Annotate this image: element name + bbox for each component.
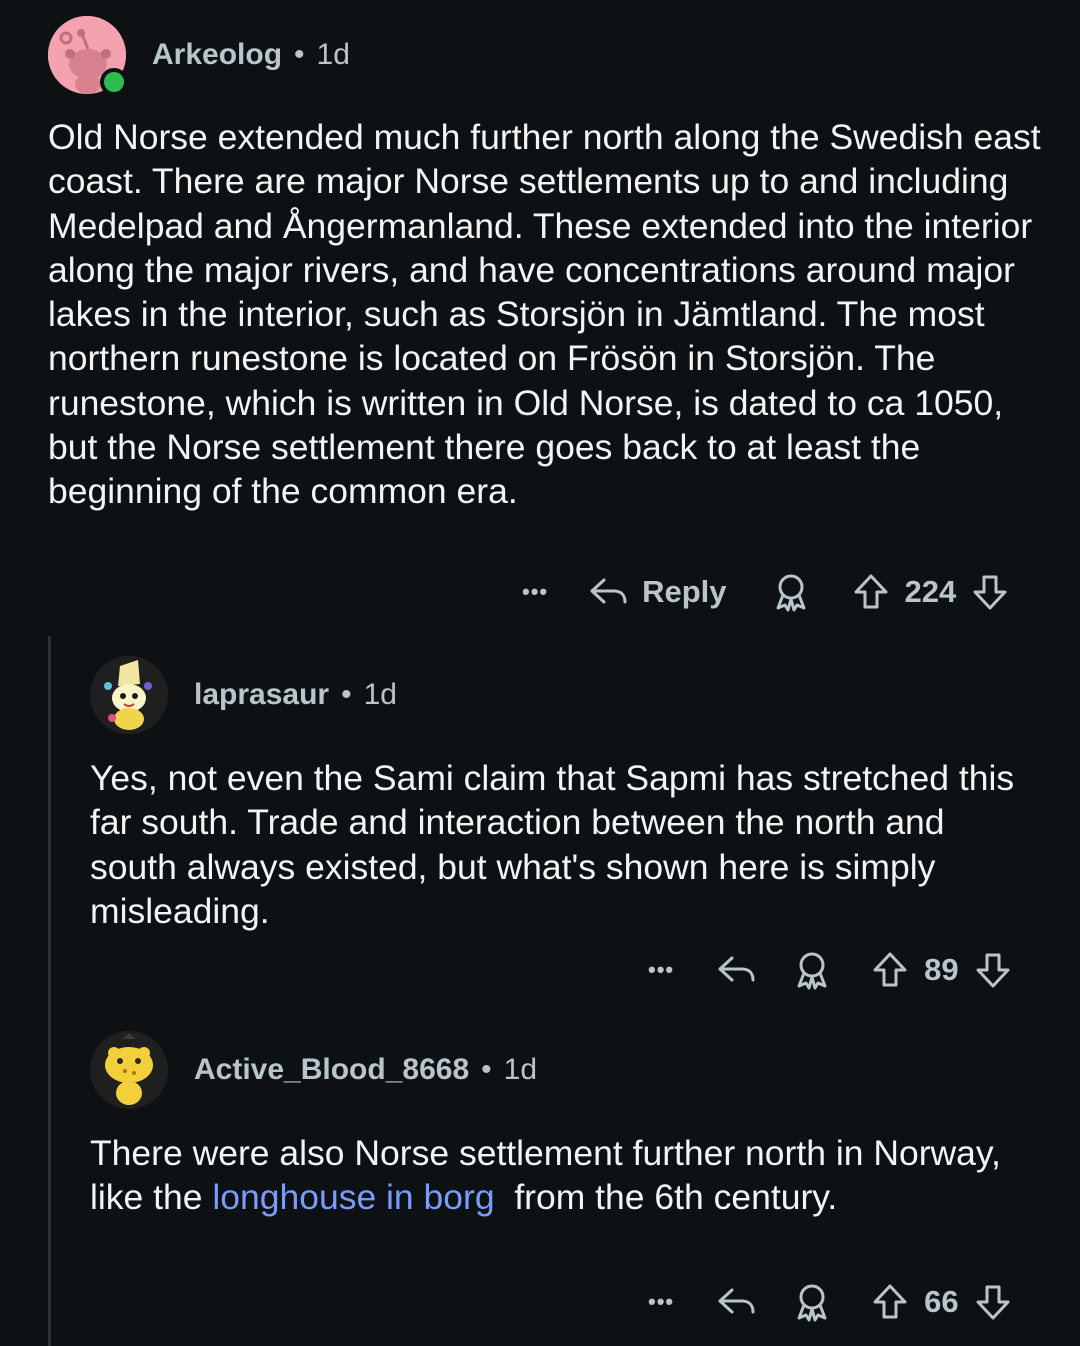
meta-separator: • — [294, 38, 305, 71]
comment-actions: ••• Reply 224 — [522, 572, 1008, 612]
avatar[interactable] — [48, 16, 128, 96]
downvote-button[interactable] — [975, 1283, 1011, 1321]
timestamp: 1d — [363, 678, 397, 711]
downvote-icon — [976, 1285, 1010, 1320]
avatar[interactable] — [90, 656, 168, 734]
upvote-icon — [854, 574, 888, 609]
more-options-button[interactable]: ••• — [648, 1289, 674, 1315]
award-button[interactable] — [794, 950, 830, 990]
username[interactable]: Active_Blood_8668 — [194, 1053, 469, 1087]
downvote-icon — [976, 953, 1010, 988]
reply-button[interactable] — [716, 952, 758, 988]
vote-count: 224 — [904, 574, 957, 609]
timestamp: 1d — [503, 1053, 538, 1086]
reply-icon — [718, 956, 755, 982]
online-status-dot — [100, 68, 128, 96]
comment-actions: ••• 66 — [648, 1282, 1011, 1322]
reply-icon — [590, 578, 627, 604]
downvote-icon — [973, 575, 1007, 610]
upvote-button[interactable] — [853, 573, 889, 611]
more-icon: ••• — [648, 1289, 675, 1314]
comment-actions: ••• 89 — [648, 950, 1011, 990]
award-icon — [797, 952, 827, 990]
upvote-button[interactable] — [872, 1283, 908, 1321]
vote-count: 89 — [924, 952, 959, 987]
comment-header: Arkeolog • 1d — [48, 16, 350, 96]
award-icon — [776, 574, 806, 612]
meta-separator: • — [341, 678, 352, 711]
snoo-avatar-icon — [90, 656, 168, 734]
award-icon — [797, 1284, 827, 1322]
reply-icon — [718, 1288, 755, 1314]
avatar[interactable] — [90, 1031, 168, 1109]
downvote-button[interactable] — [975, 951, 1011, 989]
award-button[interactable] — [794, 1282, 830, 1322]
comment-header: laprasaur • 1d — [90, 656, 397, 734]
body-text-after: from the 6th century. — [494, 1177, 838, 1218]
thread-line — [48, 636, 51, 1346]
vote-count: 66 — [924, 1284, 959, 1319]
downvote-button[interactable] — [972, 573, 1008, 611]
comment-body: Yes, not even the Sami claim that Sapmi … — [90, 758, 1015, 931]
reply-button[interactable]: Reply — [588, 574, 727, 610]
username[interactable]: Arkeolog — [152, 38, 282, 72]
more-icon: ••• — [648, 957, 675, 982]
username[interactable]: laprasaur — [194, 678, 329, 712]
upvote-icon — [873, 1284, 907, 1319]
snoo-avatar-icon — [90, 1031, 168, 1109]
upvote-button[interactable] — [872, 951, 908, 989]
meta-separator: • — [481, 1053, 492, 1086]
comment-body: There were also Norse settlement further… — [90, 1131, 1040, 1220]
award-button[interactable] — [773, 572, 809, 612]
more-icon: ••• — [522, 579, 549, 604]
more-options-button[interactable]: ••• — [522, 579, 548, 605]
reply-button[interactable] — [716, 1284, 758, 1320]
reply-label: Reply — [642, 574, 727, 609]
comment-header: Active_Blood_8668 • 1d — [90, 1031, 537, 1109]
upvote-icon — [873, 952, 907, 987]
longhouse-link[interactable]: longhouse in borg — [212, 1177, 494, 1217]
more-options-button[interactable]: ••• — [648, 957, 674, 983]
timestamp: 1d — [316, 38, 350, 71]
comment-body: Old Norse extended much further north al… — [48, 117, 1041, 512]
